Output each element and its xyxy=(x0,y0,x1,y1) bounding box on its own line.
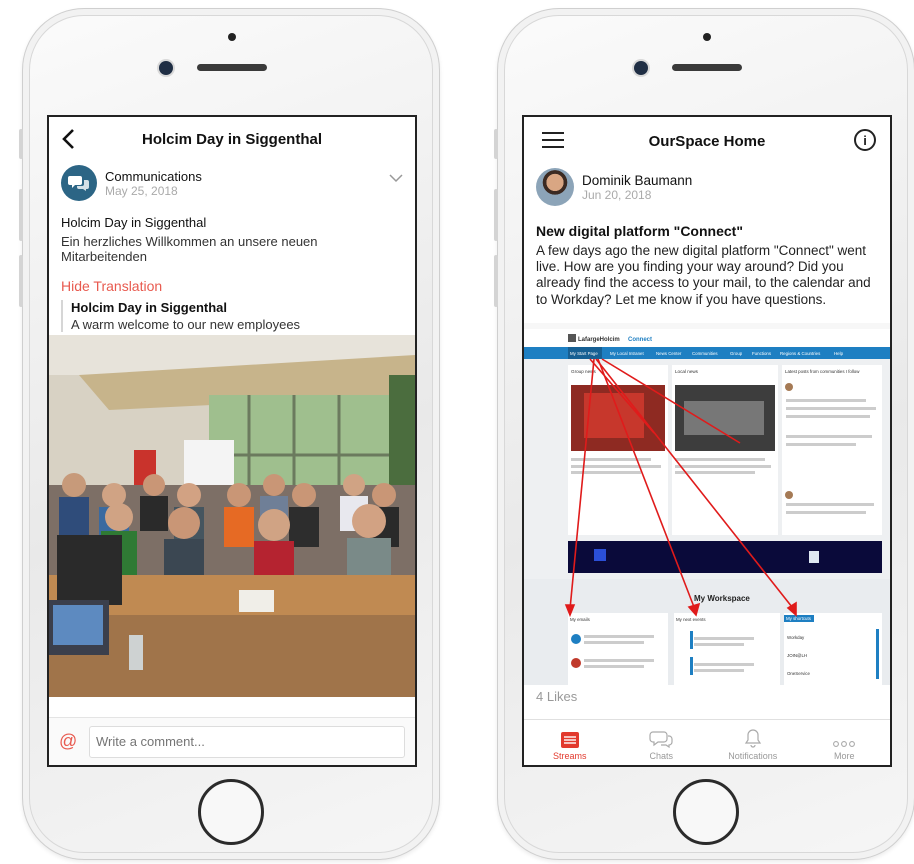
more-dots-icon xyxy=(833,741,856,747)
page-title: OurSpace Home xyxy=(648,132,766,150)
embedded-nav-item: Group xyxy=(730,351,743,356)
post-photo[interactable] xyxy=(49,335,415,697)
post-title: New digital platform "Connect" xyxy=(536,223,743,239)
communications-logo-icon[interactable] xyxy=(61,165,97,201)
proximity-sensor xyxy=(703,33,711,41)
earpiece-speaker xyxy=(672,64,742,71)
page-title: Holcim Day in Siggenthal xyxy=(141,130,323,148)
proximity-sensor xyxy=(228,33,236,41)
tab-label: Notifications xyxy=(728,751,778,761)
screen-right: OurSpace Home i Dominik Baumann Jun 20, … xyxy=(522,115,892,767)
embedded-nav-item: Communities xyxy=(692,351,718,356)
author-name[interactable]: Dominik Baumann xyxy=(582,173,692,188)
mute-switch xyxy=(19,129,23,159)
volume-down-button xyxy=(494,255,498,307)
info-icon[interactable]: i xyxy=(854,129,876,151)
screen-left: Holcim Day in Siggenthal Communications … xyxy=(47,115,417,767)
tab-streams[interactable]: Streams xyxy=(524,720,616,765)
volume-down-button xyxy=(19,255,23,307)
nav-bar: OurSpace Home i xyxy=(524,117,890,165)
tab-chats[interactable]: Chats xyxy=(616,720,708,765)
embedded-nav-item: Help xyxy=(834,351,844,356)
post-title: Holcim Day in Siggenthal xyxy=(61,215,207,230)
tab-label: Streams xyxy=(552,751,587,761)
embedded-nav-item: My Start Page xyxy=(570,351,598,356)
embedded-shortcut: JOIN@LH xyxy=(787,653,807,658)
hamburger-menu-icon[interactable] xyxy=(542,131,564,149)
author-name[interactable]: Communications xyxy=(105,169,202,184)
embedded-nav-item: Functions xyxy=(752,351,772,356)
bell-icon xyxy=(744,729,761,748)
embedded-shortcut: OneService xyxy=(787,671,810,676)
hide-translation-link[interactable]: Hide Translation xyxy=(49,278,415,294)
avatar[interactable] xyxy=(536,168,574,206)
comment-input[interactable] xyxy=(89,725,405,758)
embedded-brand: LafargeHolcim xyxy=(578,337,620,343)
front-camera xyxy=(634,61,648,75)
nav-bar: Holcim Day in Siggenthal xyxy=(49,117,415,161)
embedded-nav-item: Regions & Countries xyxy=(780,351,821,356)
post-text: Ein herzliches Willkommen an unsere neue… xyxy=(61,234,318,264)
front-camera xyxy=(159,61,173,75)
embedded-local-news: Local news xyxy=(675,369,699,374)
home-button[interactable] xyxy=(198,779,264,845)
embedded-product: Connect xyxy=(628,337,652,343)
back-arrow-icon[interactable] xyxy=(59,127,79,151)
chevron-down-icon[interactable] xyxy=(389,173,403,183)
mention-icon[interactable]: @ xyxy=(59,731,89,752)
post-date: Jun 20, 2018 xyxy=(582,187,652,202)
embedded-shortcut: Workday xyxy=(787,635,805,640)
mute-switch xyxy=(494,129,498,159)
comment-bar: @ xyxy=(49,717,415,765)
phone-left: Holcim Day in Siggenthal Communications … xyxy=(19,8,440,860)
embedded-my-events: My next events xyxy=(676,617,706,622)
phone-right: OurSpace Home i Dominik Baumann Jun 20, … xyxy=(494,8,914,860)
tab-label: More xyxy=(833,751,855,761)
chat-bubble-icon xyxy=(649,731,673,748)
translation-block: Holcim Day in Siggenthal A warm welcome … xyxy=(61,300,403,332)
post-text: A few days ago the new digital platform … xyxy=(536,243,871,307)
home-button[interactable] xyxy=(673,779,739,845)
tab-bar: Streams Chats Notifications More xyxy=(524,719,890,765)
embedded-workspace: My Workspace xyxy=(694,594,750,603)
embedded-my-emails: My emails xyxy=(570,617,591,622)
embedded-screenshot[interactable]: LafargeHolcim Connect My Start Page My L… xyxy=(524,323,890,685)
tab-more[interactable]: More xyxy=(799,720,891,765)
volume-up-button xyxy=(494,189,498,241)
post-header: Communications May 25, 2018 xyxy=(49,161,415,205)
translated-title: Holcim Day in Siggenthal xyxy=(71,300,228,315)
brand-logo-icon xyxy=(568,334,576,342)
streams-icon xyxy=(560,732,579,748)
embedded-latest-posts: Latest posts from communities I follow xyxy=(785,369,860,374)
embedded-my-shortcuts: My shortcuts xyxy=(786,616,812,621)
embedded-nav-item: My Local Intranet xyxy=(610,351,644,356)
volume-up-button xyxy=(19,189,23,241)
embedded-nav-item: News Center xyxy=(656,351,682,356)
post-header: Dominik Baumann Jun 20, 2018 xyxy=(524,165,890,209)
likes-count[interactable]: 4 Likes xyxy=(536,689,577,704)
earpiece-speaker xyxy=(197,64,267,71)
translated-text: A warm welcome to our new employees xyxy=(71,317,301,332)
tab-label: Chats xyxy=(649,751,673,761)
tab-notifications[interactable]: Notifications xyxy=(707,720,799,765)
post-date: May 25, 2018 xyxy=(105,183,178,198)
